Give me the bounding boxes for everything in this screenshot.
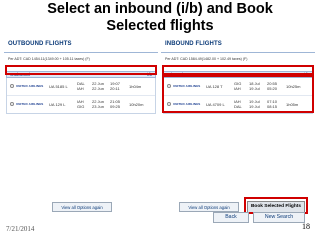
highlight-inbound-flights	[162, 75, 314, 113]
page-number: 18	[302, 222, 310, 231]
view-all-options-button[interactable]: View all Options again	[52, 202, 112, 212]
united-airlines-logo: UNITED AIRLINES	[16, 102, 44, 106]
highlight-inbound-direction	[162, 65, 314, 75]
duration: 1h04m	[129, 84, 142, 89]
slide-title-line2: Selected flights	[106, 18, 214, 34]
slide-title-line1: Select an inbound (i/b) and Book	[47, 1, 273, 17]
new-search-button[interactable]: New Search	[253, 212, 305, 223]
highlight-outbound-direction	[5, 65, 157, 75]
times: 19:07 20:11	[110, 81, 121, 91]
outbound-fare: Per ADT: CAD 1454.11(1349.00 + 105.11 ta…	[8, 57, 90, 61]
outbound-flight-list: UNITED AIRLINES UA 5185 L DAL IAH 22 Jun 2…	[6, 78, 156, 114]
times: 21:05 09:25	[110, 99, 121, 109]
outbound-actions: View all Options again	[4, 200, 158, 220]
airports: DAL IAH	[77, 81, 85, 91]
slide-title: Select an inbound (i/b) and Book Selecte…	[0, 1, 320, 35]
flight-row[interactable]: UNITED AIRLINES UA 5185 L DAL IAH 22 Jun 2…	[7, 78, 155, 96]
airports: IAH GIG	[77, 99, 85, 109]
view-all-options-button[interactable]: View all Options again	[179, 202, 239, 212]
inbound-header: INBOUND FLIGHTS	[161, 37, 315, 53]
flight-select-radio[interactable]	[10, 84, 14, 88]
back-button[interactable]: Back	[213, 212, 249, 223]
inbound-fare: Per ADT: CAD 1584.49(1482.00 + 102.49 ta…	[165, 57, 248, 61]
flight-number: UA 129 L	[49, 102, 66, 107]
flight-number: UA 5185 L	[49, 84, 68, 89]
outbound-header: OUTBOUND FLIGHTS	[4, 37, 158, 53]
united-airlines-logo: UNITED AIRLINES	[16, 84, 44, 88]
dates: 22 Jun 23 Jun	[92, 99, 105, 109]
dates: 22 Jun 22 Jun	[92, 81, 105, 91]
slide-date: 7/21/2014	[6, 225, 35, 233]
duration: 10h20m	[129, 102, 144, 107]
flight-row[interactable]: UNITED AIRLINES UA 129 L IAH GIG 22 Jun 23…	[7, 96, 155, 113]
flight-select-radio[interactable]	[10, 102, 14, 106]
